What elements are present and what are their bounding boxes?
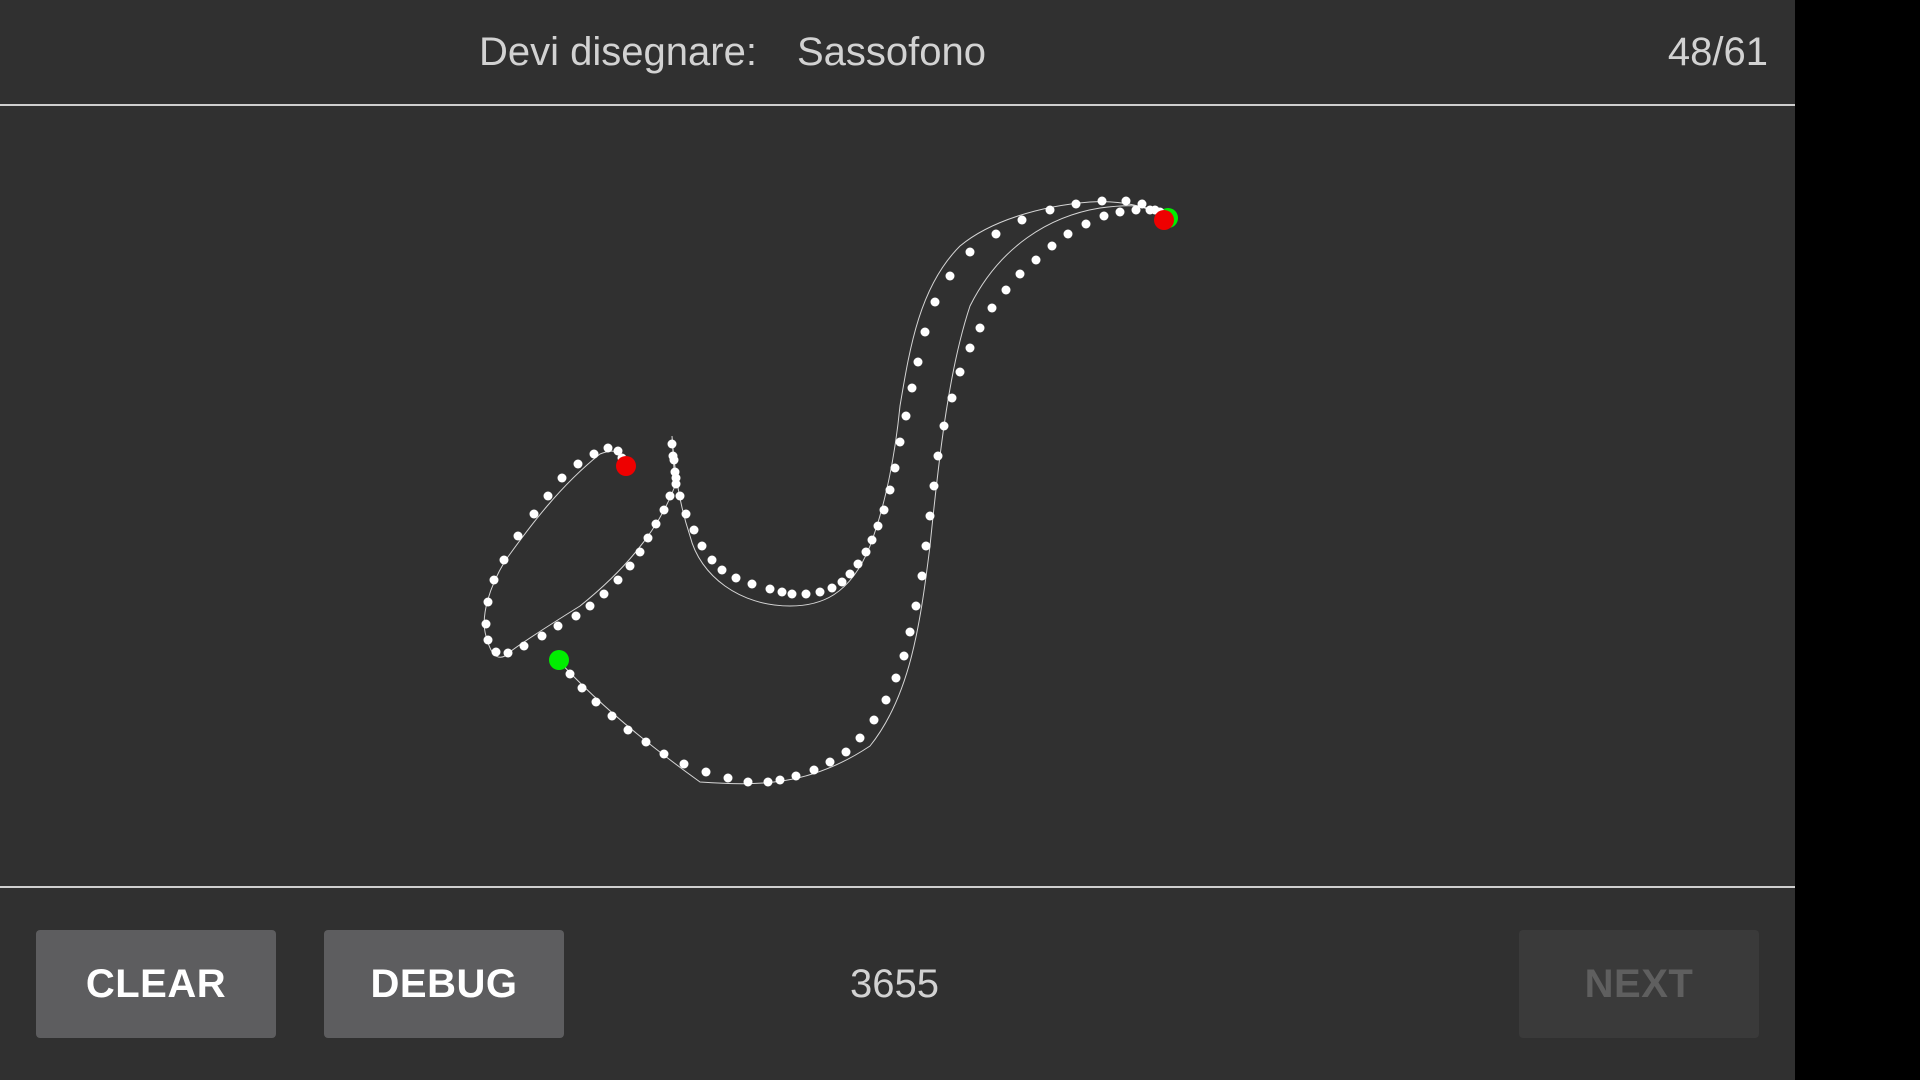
app-window: Devi disegnare: Sassofono 48/61 CLEAR DE… [0, 0, 1795, 1080]
stroke-2 [549, 205, 1174, 787]
drawing-canvas[interactable] [0, 106, 1795, 886]
stroke-1-end-marker [616, 456, 636, 476]
clear-button[interactable]: CLEAR [36, 930, 276, 1038]
stroke-1-line [483, 201, 1167, 658]
stroke-2-start-marker [549, 650, 569, 670]
stroke-2-line [558, 205, 1165, 785]
stroke-1 [481, 196, 1178, 658]
prompt-label: Devi disegnare: [479, 30, 757, 74]
stroke-2-end-marker [1154, 210, 1174, 230]
header-bar: Devi disegnare: Sassofono 48/61 [0, 0, 1795, 105]
prompt-word: Sassofono [797, 30, 987, 74]
stroke-2-points [554, 205, 1165, 787]
debug-button[interactable]: DEBUG [324, 930, 564, 1038]
score-readout: 3655 [850, 962, 939, 1006]
progress-counter: 48/61 [1667, 30, 1768, 74]
footer-bar: CLEAR DEBUG 3655 NEXT [0, 888, 1795, 1080]
drawing-surface [481, 196, 1178, 787]
next-button[interactable]: NEXT [1519, 930, 1759, 1038]
stroke-1-points [481, 196, 1171, 658]
